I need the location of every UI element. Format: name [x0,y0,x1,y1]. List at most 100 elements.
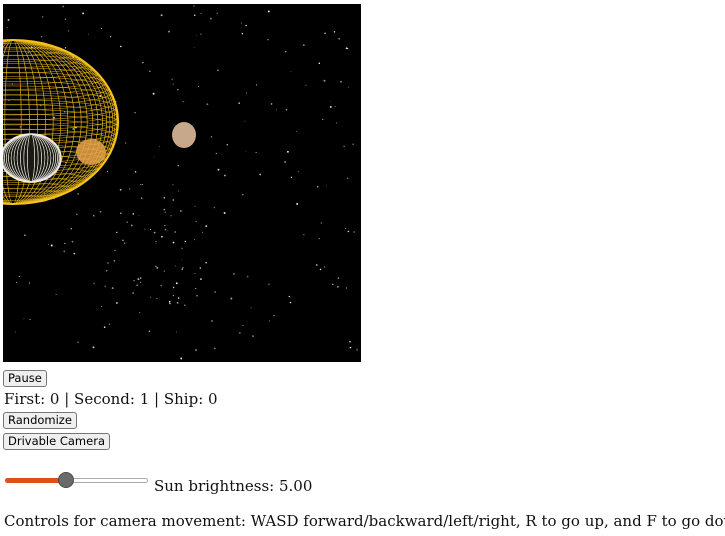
randomize-button[interactable]: Randomize [3,412,77,429]
star [155,242,157,244]
star [318,237,320,240]
slider-fill [5,478,65,483]
star [196,294,198,297]
star [268,283,270,286]
star [24,234,26,236]
star [133,279,135,282]
slider-thumb[interactable] [58,472,74,488]
star [101,306,103,307]
star [168,300,171,303]
star [193,14,196,17]
star [18,275,20,278]
star [242,193,244,196]
star [302,44,305,47]
star [267,10,270,13]
star [132,292,135,294]
star [29,318,31,320]
star [353,231,355,233]
star [139,277,142,279]
star [42,16,44,18]
star [109,36,112,38]
star [103,326,106,329]
star [267,38,269,41]
star [48,243,50,245]
drivable-camera-button[interactable]: Drivable Camera [3,433,110,450]
star [316,264,318,266]
star [76,213,78,215]
star [99,211,102,213]
star [259,173,262,176]
star [114,249,116,252]
star [290,176,293,178]
sun-mesh-line [3,90,116,116]
star [156,266,159,269]
star [226,144,228,146]
star [303,234,305,236]
star [28,282,31,284]
star [175,282,178,285]
star [246,92,248,94]
star [268,320,271,322]
star [177,297,180,299]
star [209,17,212,20]
star [175,265,177,267]
star [113,260,116,262]
star [356,348,359,351]
star [160,14,163,17]
star [116,231,118,234]
star [198,85,199,87]
star [95,106,97,108]
star [305,84,307,86]
sun-brightness-slider[interactable] [5,470,148,490]
star [124,242,126,244]
star [164,228,167,231]
star [152,92,155,95]
star [200,33,202,35]
star [230,297,233,300]
star [155,265,157,268]
star [88,33,89,35]
star [134,112,136,114]
star [223,212,226,214]
star [211,320,213,322]
star [200,278,202,280]
star [106,270,108,272]
star [347,230,350,233]
star [41,36,43,38]
star [107,261,110,264]
star [172,294,174,297]
star [334,105,336,107]
star [233,273,235,275]
star [213,347,216,350]
planet-tan [172,122,196,148]
star [141,184,143,185]
star [206,103,209,106]
star [159,146,161,147]
star [195,221,197,223]
star [245,150,247,152]
body-counts: First: 0 | Second: 1 | Ship: 0 [4,390,218,408]
star [238,102,241,104]
star [323,79,326,82]
star [129,188,131,190]
star [332,283,334,285]
scene-canvas[interactable] [3,4,361,362]
star [93,214,95,217]
star [160,235,163,238]
star [184,240,187,243]
star [175,331,177,333]
star [214,291,216,293]
star [252,335,254,337]
star [169,302,171,305]
star [199,267,202,269]
star [195,34,197,36]
star [149,70,151,72]
star [322,118,324,121]
pause-button[interactable]: Pause [3,370,47,387]
star [239,332,241,334]
star [169,215,171,217]
star [62,5,64,8]
star [149,296,152,298]
star [324,32,326,35]
star [77,192,80,195]
